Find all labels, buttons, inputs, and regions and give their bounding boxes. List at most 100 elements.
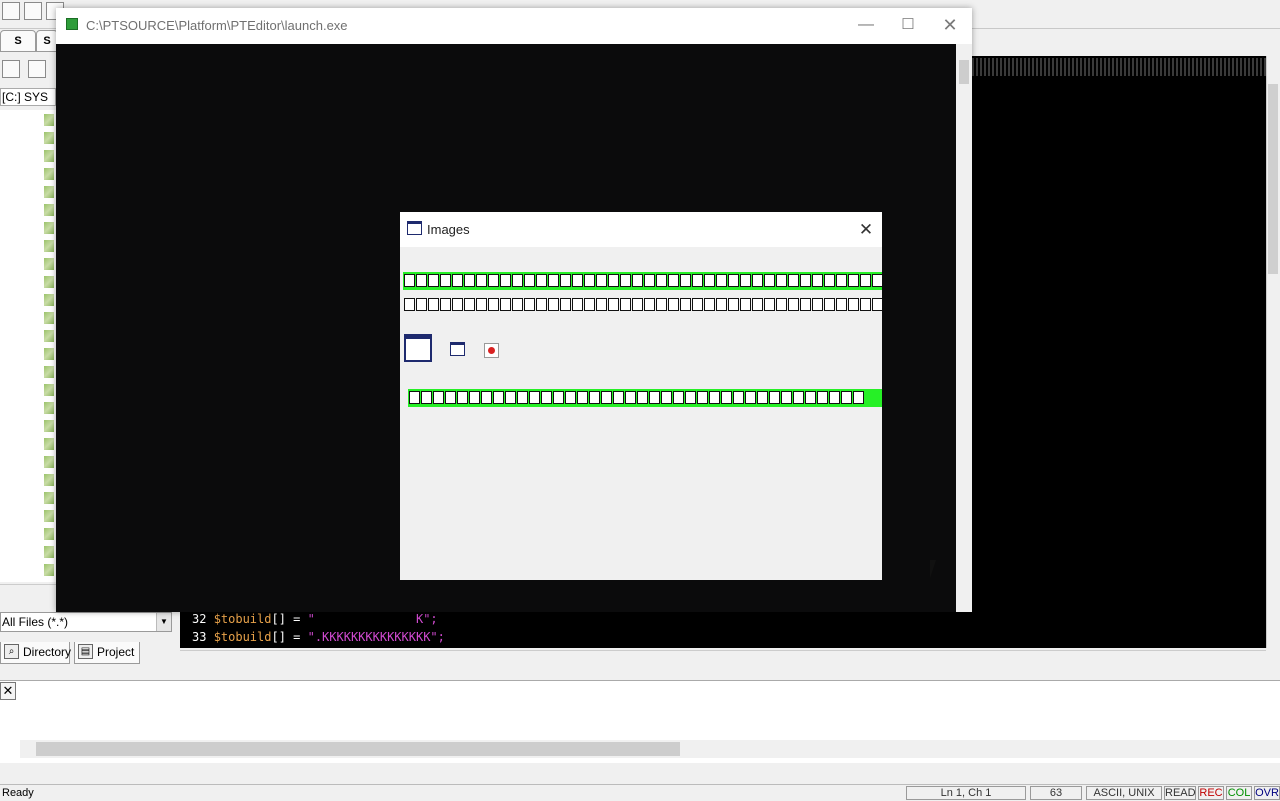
toolbar-glyph-icon xyxy=(632,298,643,311)
file-icon xyxy=(44,312,54,324)
new-file-icon[interactable] xyxy=(2,2,20,20)
code-ruler xyxy=(972,58,1266,76)
file-icon xyxy=(44,150,54,162)
toolbar-glyph-icon xyxy=(596,298,607,311)
toolbar-glyph-icon xyxy=(517,391,528,404)
file-icon xyxy=(44,114,54,126)
toolbar-glyph-icon xyxy=(512,298,523,311)
toolbar-glyph-icon xyxy=(632,274,643,287)
toolbar-glyph-icon xyxy=(488,298,499,311)
launch-titlebar[interactable]: C:\PTSOURCE\Platform\PTEditor\launch.exe… xyxy=(56,8,972,44)
toolbar-glyph-icon xyxy=(493,391,504,404)
images-dialog: Images ✕ xyxy=(400,212,882,580)
toolbar-glyph-icon xyxy=(872,298,882,311)
toolbar-glyph-icon xyxy=(733,391,744,404)
file-icon xyxy=(44,366,54,378)
toolbar-glyph-icon xyxy=(836,298,847,311)
maximize-button[interactable]: ☐ xyxy=(886,8,930,42)
open-folder-icon[interactable] xyxy=(24,2,42,20)
code-vscroll-thumb[interactable] xyxy=(1268,84,1278,274)
status-bar: Ready Ln 1, Ch 1 63 ASCII, UNIX READ REC… xyxy=(0,784,1280,801)
close-icon[interactable]: ✕ xyxy=(0,682,16,700)
toolbar-glyph-icon xyxy=(608,298,619,311)
toolbar-glyph-icon xyxy=(728,298,739,311)
file-icon xyxy=(44,546,54,558)
toolbar-glyph-icon xyxy=(824,298,835,311)
file-tree[interactable] xyxy=(0,110,57,582)
file-tree-hscrollbar[interactable] xyxy=(0,584,56,603)
toolbar-glyph-icon xyxy=(488,274,499,287)
toolbar-glyph-icon xyxy=(685,391,696,404)
copy-icon[interactable] xyxy=(28,60,46,78)
toolbar-glyph-icon xyxy=(668,274,679,287)
status-rec: REC xyxy=(1198,786,1224,800)
window-icon xyxy=(450,342,465,356)
toolbar-glyph-icon xyxy=(805,391,816,404)
output-hscroll-thumb[interactable] xyxy=(36,742,680,756)
images-title: Images xyxy=(427,222,470,237)
chevron-down-icon[interactable]: ▼ xyxy=(156,613,171,631)
toolbar-glyph-icon xyxy=(481,391,492,404)
stop-icon xyxy=(484,343,499,358)
toolbar-glyph-icon xyxy=(536,274,547,287)
toolbar-glyph-icon xyxy=(692,274,703,287)
launch-vscrollbar[interactable] xyxy=(956,44,972,612)
window-icon xyxy=(404,334,432,362)
tab-directory[interactable]: ⌕ Directory xyxy=(0,642,72,664)
toolbar-glyph-icon xyxy=(404,298,415,311)
toolbar-glyph-icon xyxy=(788,274,799,287)
toolbar-glyph-icon xyxy=(596,274,607,287)
search-icon: ⌕ xyxy=(4,644,19,659)
toolbar-glyph-icon xyxy=(716,274,727,287)
status-encoding: ASCII, UNIX xyxy=(1086,786,1162,800)
code-line[interactable]: 33 $tobuild[] = ".KKKKKKKKKKKKKKK"; xyxy=(192,630,445,644)
code-line[interactable]: 32 $tobuild[] = " K"; xyxy=(192,612,438,626)
code-hscrollbar[interactable] xyxy=(180,650,1266,669)
toolbar-glyph-icon xyxy=(668,298,679,311)
close-button[interactable]: ✕ xyxy=(850,212,882,247)
toolbar-glyph-icon xyxy=(872,274,882,287)
toolbar-glyph-icon xyxy=(764,274,775,287)
toolbar-glyph-icon xyxy=(464,298,475,311)
app-icon xyxy=(66,18,78,30)
toolbar-glyph-icon xyxy=(452,274,463,287)
file-icon xyxy=(44,510,54,522)
file-icon xyxy=(44,420,54,432)
toolbar-glyph-icon xyxy=(421,391,432,404)
launch-vscroll-thumb[interactable] xyxy=(959,60,969,84)
file-icon xyxy=(44,474,54,486)
close-button[interactable]: ✕ xyxy=(928,8,972,42)
code-editor[interactable] xyxy=(972,56,1266,648)
toolbar-glyph-icon xyxy=(584,274,595,287)
toolbar-glyph-icon xyxy=(800,274,811,287)
code-string: ".KKKKKKKKKKKKKKK"; xyxy=(307,630,445,644)
tab-directory-label: Directory xyxy=(23,645,72,659)
file-filter-select[interactable]: All Files (*.*) ▼ xyxy=(0,612,172,632)
drive-label[interactable]: [C:] SYS xyxy=(0,88,56,106)
toolbar-glyph-icon xyxy=(752,274,763,287)
tab-project[interactable]: ▤ Project xyxy=(74,642,140,664)
toolbar-glyph-icon xyxy=(637,391,648,404)
toolbar-glyph-icon xyxy=(656,298,667,311)
file-filter-value: All Files (*.*) xyxy=(2,615,69,629)
toolbar-glyph-icon xyxy=(500,298,511,311)
toolbar-glyph-icon xyxy=(500,274,511,287)
toolbar-glyph-icon xyxy=(620,298,631,311)
side-tab-1[interactable]: S xyxy=(0,30,36,52)
refresh-icon[interactable] xyxy=(2,60,20,78)
images-titlebar[interactable]: Images ✕ xyxy=(400,212,882,247)
file-icon xyxy=(44,492,54,504)
code-variable: $tobuild xyxy=(213,612,272,626)
file-icon xyxy=(44,384,54,396)
file-icon xyxy=(44,204,54,216)
minimize-button[interactable]: — xyxy=(844,8,888,42)
toolbar-glyph-icon xyxy=(776,298,787,311)
left-toolbar xyxy=(0,56,56,86)
toolbar-glyph-icon xyxy=(404,274,415,287)
side-tab-2[interactable]: S xyxy=(36,30,58,52)
toolbar-glyph-icon xyxy=(428,298,439,311)
toolbar-glyph-icon xyxy=(812,274,823,287)
toolbar-glyph-icon xyxy=(697,391,708,404)
toolbar-glyph-icon xyxy=(536,298,547,311)
toolbar-glyph-icon xyxy=(409,391,420,404)
